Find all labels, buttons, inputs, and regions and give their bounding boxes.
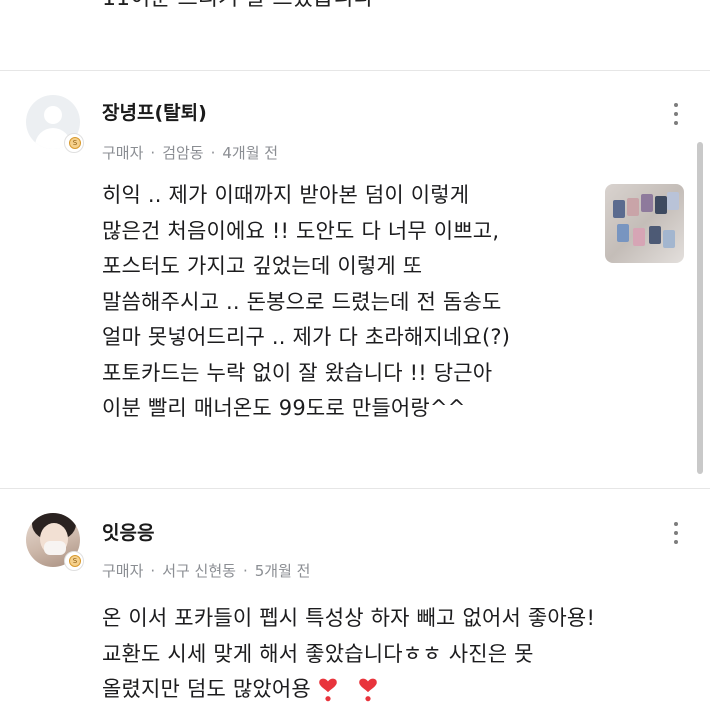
reviewer-location: 서구 신현동 [162,562,236,580]
review-time: 4개월 전 [222,144,279,162]
review-meta: 구매자 · 서구 신현동 · 5개월 전 [102,562,311,580]
review-time: 5개월 전 [254,562,311,580]
manner-badge-icon: S [64,133,84,153]
reviewer-role: 구매자 [102,144,144,162]
previous-review-text: 11이분 드리기 잘 드렸습니다 [102,0,374,12]
reviewer-nickname[interactable]: 장녕프(탈퇴) [102,98,207,125]
reviewer-location: 검암동 [162,144,204,162]
review-text-body: 온 이서 포카들이 펩시 특성상 하자 빼고 없어서 좋아용! 교환도 시세 맞… [102,606,596,701]
review-photo-thumbnail[interactable] [605,184,684,263]
reviewer-nickname[interactable]: 잇응응 [102,518,154,545]
reviewer-role: 구매자 [102,562,144,580]
more-vertical-icon[interactable] [670,103,682,130]
review-text: 온 이서 포카들이 펩시 특성상 하자 빼고 없어서 좋아용! 교환도 시세 맞… [102,601,692,708]
review-divider [0,70,710,71]
heart-exclamation-emoji-icon [359,678,377,702]
scrollbar[interactable] [697,142,703,474]
manner-badge-icon: S [64,551,84,571]
review-text: 히익 .. 제가 이때까지 받아본 덤이 이렇게 많은건 처음이에요 !! 도안… [102,183,511,420]
review-meta: 구매자 · 검암동 · 4개월 전 [102,144,279,162]
more-vertical-icon[interactable] [670,522,682,549]
heart-exclamation-emoji-icon [319,678,337,702]
review-divider [0,488,710,489]
